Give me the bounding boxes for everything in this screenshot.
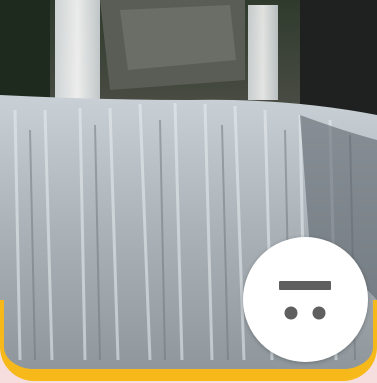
remove-card-icon [279, 281, 331, 320]
media-card[interactable] [0, 0, 377, 383]
remove-button[interactable] [243, 237, 368, 362]
